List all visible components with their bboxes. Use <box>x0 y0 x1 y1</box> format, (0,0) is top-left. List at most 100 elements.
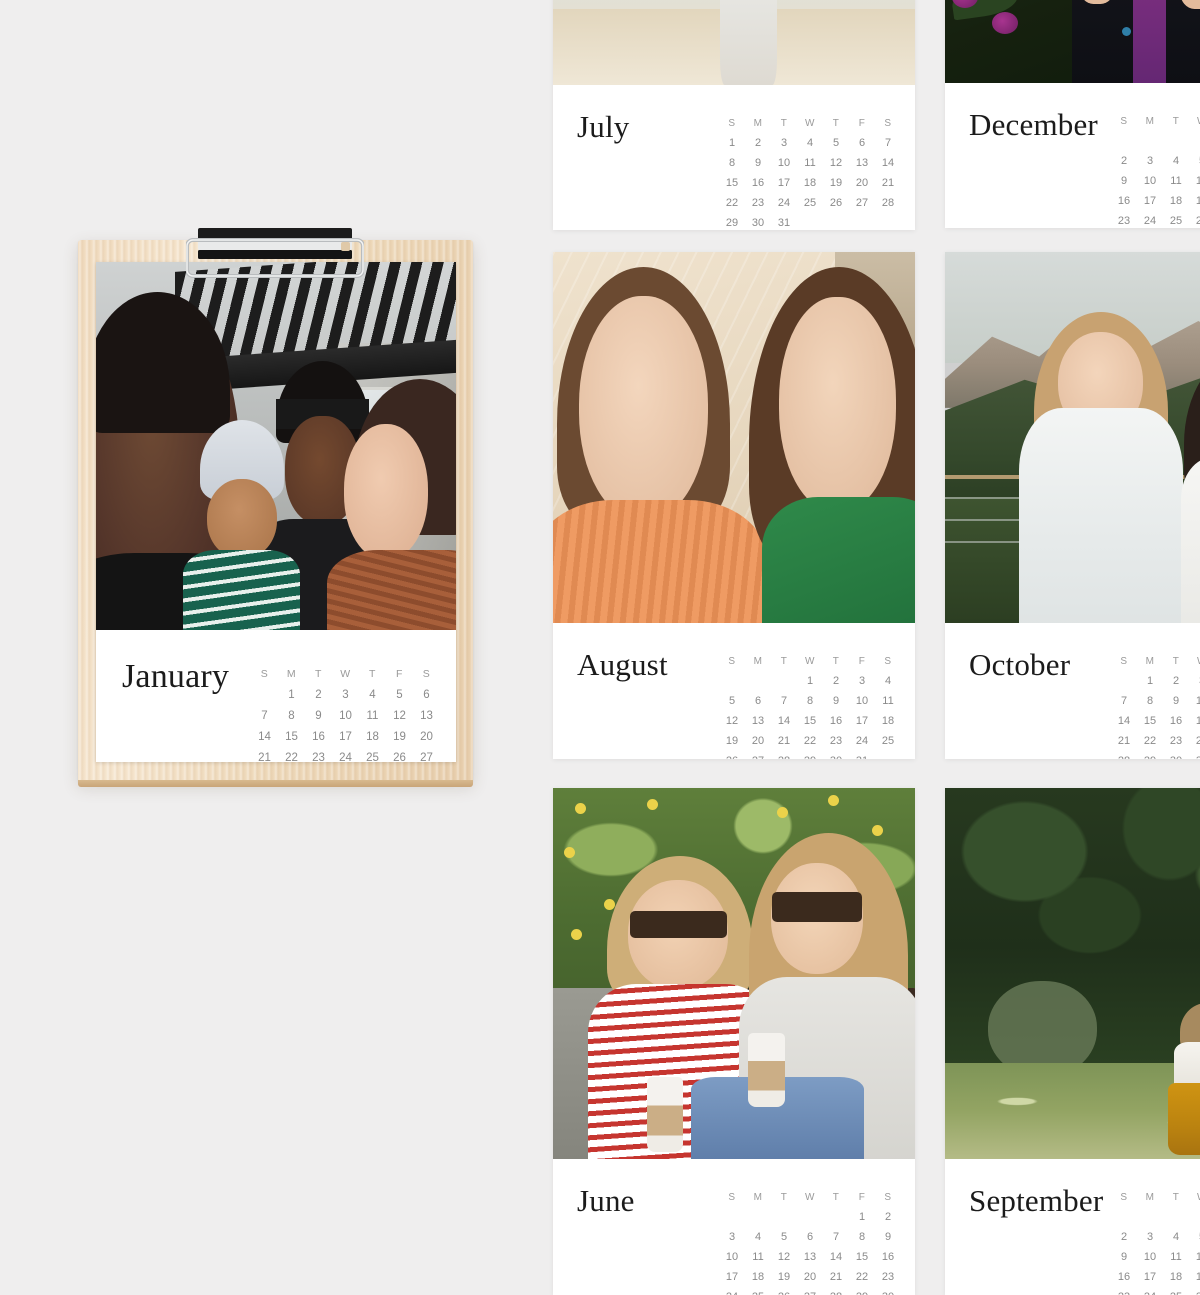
calendar-day-10[interactable]: 10 <box>1137 1247 1163 1267</box>
calendar-day-17[interactable]: 17 <box>1137 1267 1163 1287</box>
calendar-day-12[interactable]: 12 <box>771 1247 797 1267</box>
calendar-day-27[interactable]: 27 <box>745 751 771 759</box>
calendar-day-24[interactable]: 24 <box>771 193 797 213</box>
calendar-day-9[interactable]: 9 <box>1111 171 1137 191</box>
calendar-day-20[interactable]: 20 <box>413 726 440 747</box>
calendar-day-19[interactable]: 19 <box>719 731 745 751</box>
calendar-day-30[interactable]: 30 <box>823 751 849 759</box>
calendar-day-24[interactable]: 24 <box>1137 1287 1163 1295</box>
calendar-day-17[interactable]: 17 <box>771 173 797 193</box>
calendar-day-11[interactable]: 11 <box>1163 171 1189 191</box>
calendar-day-14[interactable]: 14 <box>251 726 278 747</box>
calendar-day-29[interactable]: 29 <box>1137 751 1163 759</box>
calendar-day-8[interactable]: 8 <box>1137 691 1163 711</box>
calendar-day-21[interactable]: 21 <box>1111 731 1137 751</box>
calendar-day-12[interactable]: 12 <box>1189 1247 1200 1267</box>
calendar-day-15[interactable]: 15 <box>719 173 745 193</box>
calendar-day-18[interactable]: 18 <box>875 711 901 731</box>
calendar-day-18[interactable]: 18 <box>745 1267 771 1287</box>
calendar-day-29[interactable]: 29 <box>797 751 823 759</box>
calendar-day-26[interactable]: 26 <box>386 747 413 763</box>
calendar-day-23[interactable]: 23 <box>305 747 332 763</box>
calendar-day-13[interactable]: 13 <box>413 705 440 726</box>
calendar-day-28[interactable]: 28 <box>875 193 901 213</box>
calendar-day-10[interactable]: 10 <box>719 1247 745 1267</box>
calendar-card-august[interactable]: August SMTWTFS 1 2 3 4 5 6 7 8 9 10 11 12 13 14 15 16 17… <box>553 252 915 759</box>
calendar-day-9[interactable]: 9 <box>305 705 332 726</box>
calendar-day-9[interactable]: 9 <box>1163 691 1189 711</box>
calendar-day-22[interactable]: 22 <box>797 731 823 751</box>
calendar-day-24[interactable]: 24 <box>849 731 875 751</box>
calendar-day-16[interactable]: 16 <box>875 1247 901 1267</box>
calendar-day-3[interactable]: 3 <box>332 684 359 705</box>
calendar-day-8[interactable]: 8 <box>849 1227 875 1247</box>
calendar-day-10[interactable]: 10 <box>1137 171 1163 191</box>
calendar-day-5[interactable]: 5 <box>823 133 849 153</box>
calendar-day-17[interactable]: 17 <box>719 1267 745 1287</box>
calendar-day-30[interactable]: 30 <box>745 213 771 230</box>
calendar-day-7[interactable]: 7 <box>875 133 901 153</box>
calendar-day-12[interactable]: 12 <box>719 711 745 731</box>
calendar-day-16[interactable]: 16 <box>1111 191 1137 211</box>
calendar-card-january[interactable]: January SMTWTFS 1 2 3 4 5 6 7 8 9 10 11 12 13 14 15 16 1… <box>96 262 456 762</box>
calendar-day-11[interactable]: 11 <box>359 705 386 726</box>
calendar-day-14[interactable]: 14 <box>771 711 797 731</box>
calendar-day-16[interactable]: 16 <box>823 711 849 731</box>
calendar-day-3[interactable]: 3 <box>1137 1227 1163 1247</box>
calendar-day-11[interactable]: 11 <box>797 153 823 173</box>
calendar-day-22[interactable]: 22 <box>719 193 745 213</box>
calendar-day-10[interactable]: 10 <box>1189 691 1200 711</box>
calendar-day-13[interactable]: 13 <box>797 1247 823 1267</box>
calendar-day-30[interactable]: 30 <box>875 1287 901 1295</box>
calendar-day-14[interactable]: 14 <box>875 153 901 173</box>
calendar-day-11[interactable]: 11 <box>745 1247 771 1267</box>
calendar-day-2[interactable]: 2 <box>1163 671 1189 691</box>
calendar-day-15[interactable]: 15 <box>278 726 305 747</box>
calendar-day-5[interactable]: 5 <box>719 691 745 711</box>
calendar-day-13[interactable]: 13 <box>745 711 771 731</box>
calendar-day-31[interactable]: 31 <box>771 213 797 230</box>
calendar-day-25[interactable]: 25 <box>359 747 386 763</box>
calendar-day-19[interactable]: 19 <box>386 726 413 747</box>
calendar-day-11[interactable]: 11 <box>875 691 901 711</box>
calendar-day-12[interactable]: 12 <box>386 705 413 726</box>
calendar-day-4[interactable]: 4 <box>1163 151 1189 171</box>
calendar-day-25[interactable]: 25 <box>745 1287 771 1295</box>
calendar-day-4[interactable]: 4 <box>1163 1227 1189 1247</box>
calendar-day-5[interactable]: 5 <box>386 684 413 705</box>
calendar-day-18[interactable]: 18 <box>797 173 823 193</box>
calendar-day-27[interactable]: 27 <box>797 1287 823 1295</box>
calendar-day-4[interactable]: 4 <box>359 684 386 705</box>
calendar-day-28[interactable]: 28 <box>823 1287 849 1295</box>
calendar-day-12[interactable]: 12 <box>1189 171 1200 191</box>
calendar-day-25[interactable]: 25 <box>1163 1287 1189 1295</box>
calendar-card-december[interactable]: December SMTWTFS 12345678910111213141516… <box>945 0 1200 228</box>
calendar-day-3[interactable]: 3 <box>1189 671 1200 691</box>
calendar-day-13[interactable]: 13 <box>849 153 875 173</box>
calendar-day-7[interactable]: 7 <box>1111 691 1137 711</box>
calendar-day-1[interactable]: 1 <box>849 1207 875 1227</box>
calendar-day-12[interactable]: 12 <box>823 153 849 173</box>
calendar-day-10[interactable]: 10 <box>849 691 875 711</box>
calendar-day-4[interactable]: 4 <box>797 133 823 153</box>
calendar-day-2[interactable]: 2 <box>823 671 849 691</box>
calendar-day-3[interactable]: 3 <box>771 133 797 153</box>
calendar-day-2[interactable]: 2 <box>875 1207 901 1227</box>
calendar-day-2[interactable]: 2 <box>305 684 332 705</box>
calendar-day-9[interactable]: 9 <box>745 153 771 173</box>
calendar-day-23[interactable]: 23 <box>1111 211 1137 228</box>
calendar-day-22[interactable]: 22 <box>1137 731 1163 751</box>
calendar-day-19[interactable]: 19 <box>771 1267 797 1287</box>
calendar-day-23[interactable]: 23 <box>823 731 849 751</box>
calendar-day-22[interactable]: 22 <box>849 1267 875 1287</box>
calendar-day-10[interactable]: 10 <box>771 153 797 173</box>
calendar-day-21[interactable]: 21 <box>771 731 797 751</box>
calendar-day-15[interactable]: 15 <box>849 1247 875 1267</box>
calendar-day-15[interactable]: 15 <box>1137 711 1163 731</box>
calendar-day-19[interactable]: 19 <box>823 173 849 193</box>
calendar-day-17[interactable]: 17 <box>1137 191 1163 211</box>
calendar-day-8[interactable]: 8 <box>797 691 823 711</box>
calendar-day-16[interactable]: 16 <box>1111 1267 1137 1287</box>
calendar-day-21[interactable]: 21 <box>823 1267 849 1287</box>
calendar-day-19[interactable]: 19 <box>1189 1267 1200 1287</box>
